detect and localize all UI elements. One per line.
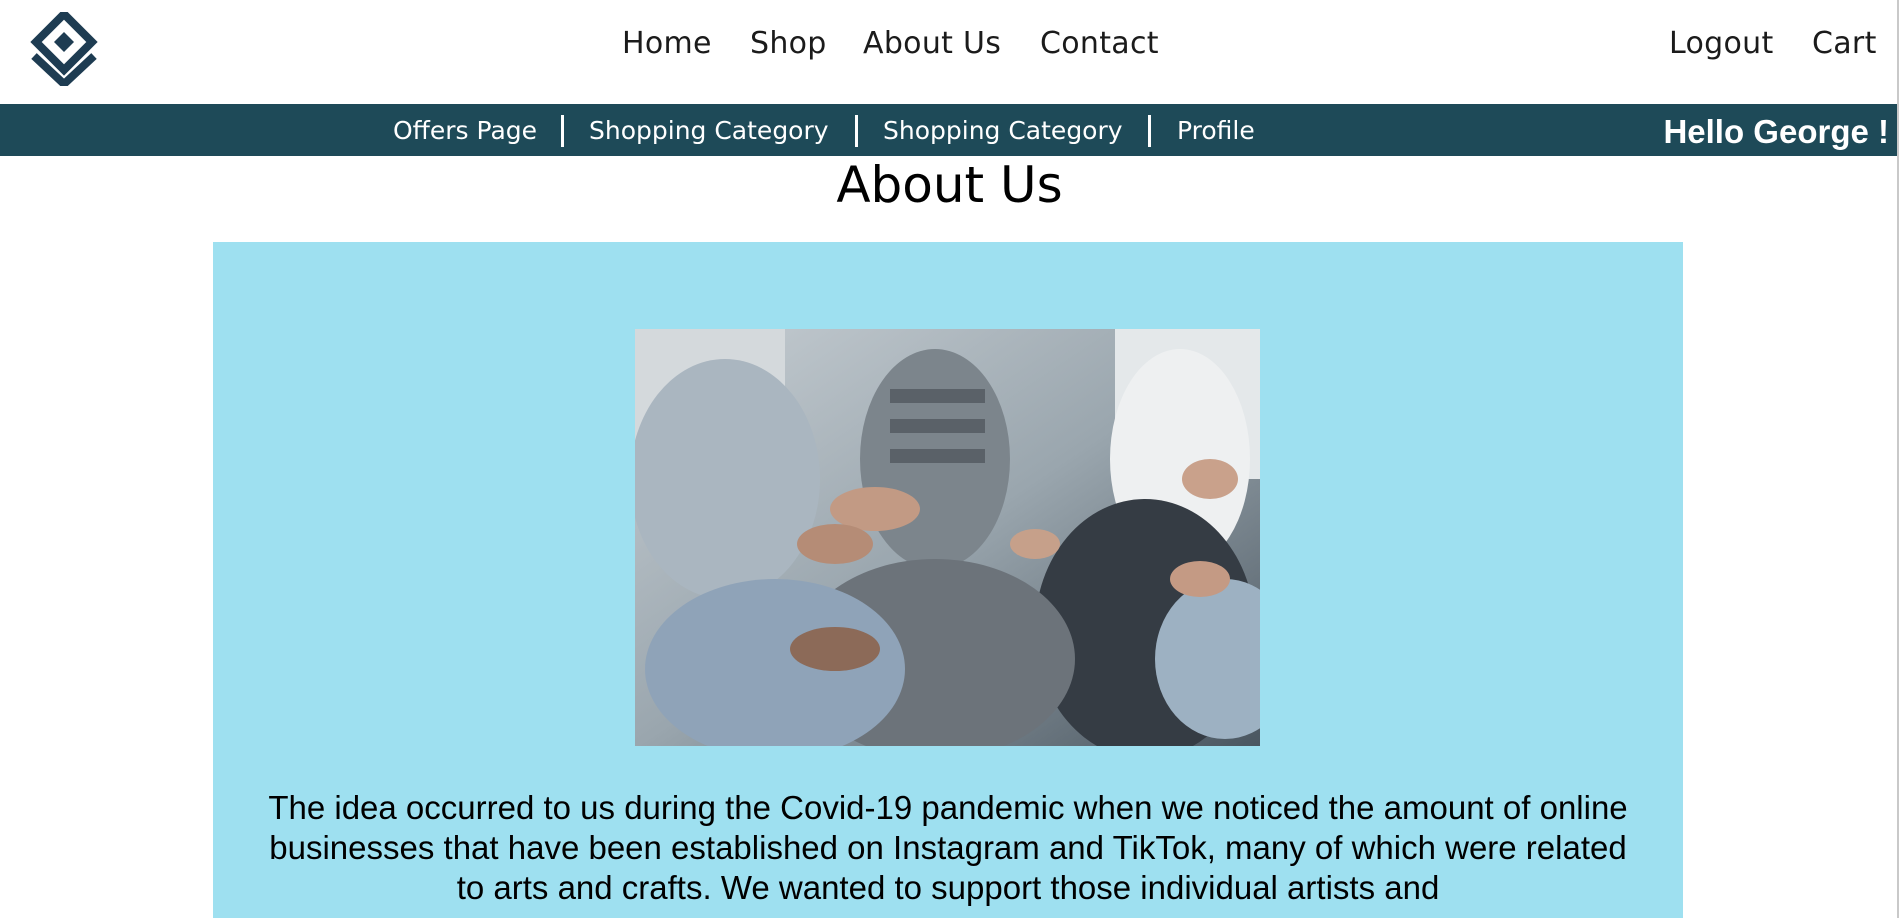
offers-page-link[interactable]: Offers Page [393, 116, 537, 145]
about-description: The idea occurred to us during the Covid… [268, 789, 1628, 906]
about-panel: The idea occurred to us during the Covid… [213, 242, 1683, 918]
nav-home-link[interactable]: Home [622, 26, 712, 61]
team-meeting-photo [635, 329, 1260, 746]
secondary-nav-bar: Offers Page Shopping Category Shopping C… [0, 104, 1899, 156]
shopping-category-link-2[interactable]: Shopping Category [883, 116, 1123, 145]
profile-link[interactable]: Profile [1177, 116, 1255, 145]
nav-about-link[interactable]: About Us [863, 26, 1001, 61]
nav-separator [855, 115, 858, 147]
cart-link[interactable]: Cart [1812, 26, 1877, 61]
nav-separator [1148, 115, 1151, 147]
main-nav: Home Shop About Us Contact Logout Cart [0, 0, 1899, 94]
logout-link[interactable]: Logout [1669, 26, 1774, 61]
nav-contact-link[interactable]: Contact [1040, 26, 1159, 61]
site-header: Home Shop About Us Contact Logout Cart [0, 0, 1899, 104]
page-title: About Us [836, 156, 1063, 214]
nav-separator [561, 115, 564, 147]
user-greeting: Hello George ! [1663, 113, 1889, 150]
nav-shop-link[interactable]: Shop [750, 26, 827, 61]
shopping-category-link-1[interactable]: Shopping Category [589, 116, 829, 145]
